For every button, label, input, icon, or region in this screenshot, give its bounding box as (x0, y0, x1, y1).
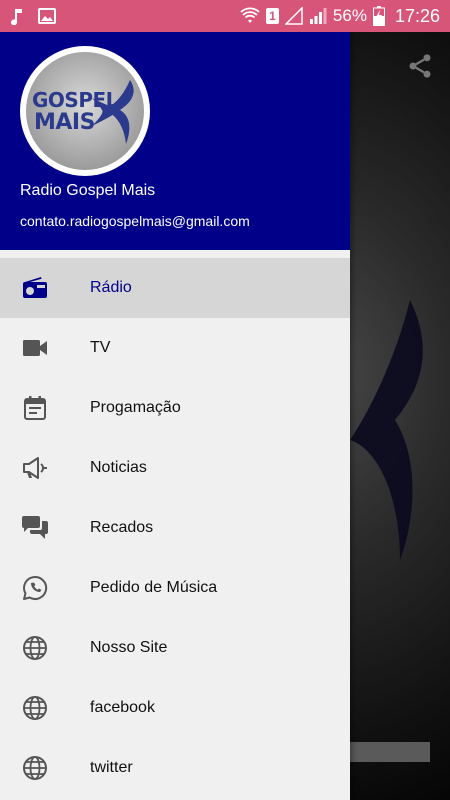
station-name: Radio Gospel Mais (20, 182, 156, 199)
logo-text-line2: MAIS (34, 110, 95, 135)
menu-item-programacao[interactable]: Progamação (0, 378, 350, 438)
status-bar: 1 56% 17:26 (0, 0, 450, 32)
drawer-menu: Rádio TV Progamação Noticias Recados Ped… (0, 250, 350, 798)
globe-icon (20, 753, 50, 783)
battery-percent: 56% (332, 6, 367, 25)
chat-icon (20, 513, 50, 543)
navigation-drawer: GOSPEL MAIS Radio Gospel Mais contato.ra… (0, 32, 350, 800)
menu-item-label: Recados (90, 519, 154, 536)
menu-item-label: Rádio (90, 279, 132, 296)
image-icon (38, 7, 56, 25)
videocam-icon (20, 333, 50, 363)
menu-item-label: Nosso Site (90, 639, 168, 656)
station-logo: GOSPEL MAIS (20, 46, 150, 176)
menu-item-recados[interactable]: Recados (0, 498, 350, 558)
background-cross-graphic (340, 300, 450, 605)
cross-icon (90, 80, 142, 149)
sim-icon: 1 (265, 8, 279, 24)
station-email: contato.radiogospelmais@gmail.com (20, 213, 250, 229)
progress-bar[interactable] (350, 742, 430, 762)
menu-item-label: facebook (90, 699, 155, 716)
calendar-icon (20, 393, 50, 423)
menu-item-radio[interactable]: Rádio (0, 258, 350, 318)
menu-item-nosso-site[interactable]: Nosso Site (0, 618, 350, 678)
whatsapp-icon (20, 573, 50, 603)
globe-icon (20, 693, 50, 723)
radio-icon (20, 273, 50, 303)
menu-item-facebook[interactable]: facebook (0, 678, 350, 738)
menu-item-label: Progamação (90, 399, 181, 416)
menu-item-tv[interactable]: TV (0, 318, 350, 378)
menu-item-label: Noticias (90, 459, 147, 476)
globe-icon (20, 633, 50, 663)
music-note-icon (10, 7, 24, 25)
megaphone-icon (20, 453, 50, 483)
battery-charging-icon (372, 6, 385, 26)
menu-item-noticias[interactable]: Noticias (0, 438, 350, 498)
wifi-icon (240, 7, 260, 25)
clock: 17:26 (394, 5, 440, 26)
signal-empty-icon (284, 7, 303, 25)
menu-item-twitter[interactable]: twitter (0, 738, 350, 798)
menu-item-label: Pedido de Música (90, 579, 218, 596)
menu-item-pedido-de-musica[interactable]: Pedido de Música (0, 558, 350, 618)
drawer-header: GOSPEL MAIS Radio Gospel Mais contato.ra… (0, 32, 350, 250)
menu-item-label: TV (90, 339, 111, 356)
menu-item-label: twitter (90, 759, 133, 776)
signal-icon (309, 7, 327, 25)
share-icon[interactable] (406, 52, 434, 80)
